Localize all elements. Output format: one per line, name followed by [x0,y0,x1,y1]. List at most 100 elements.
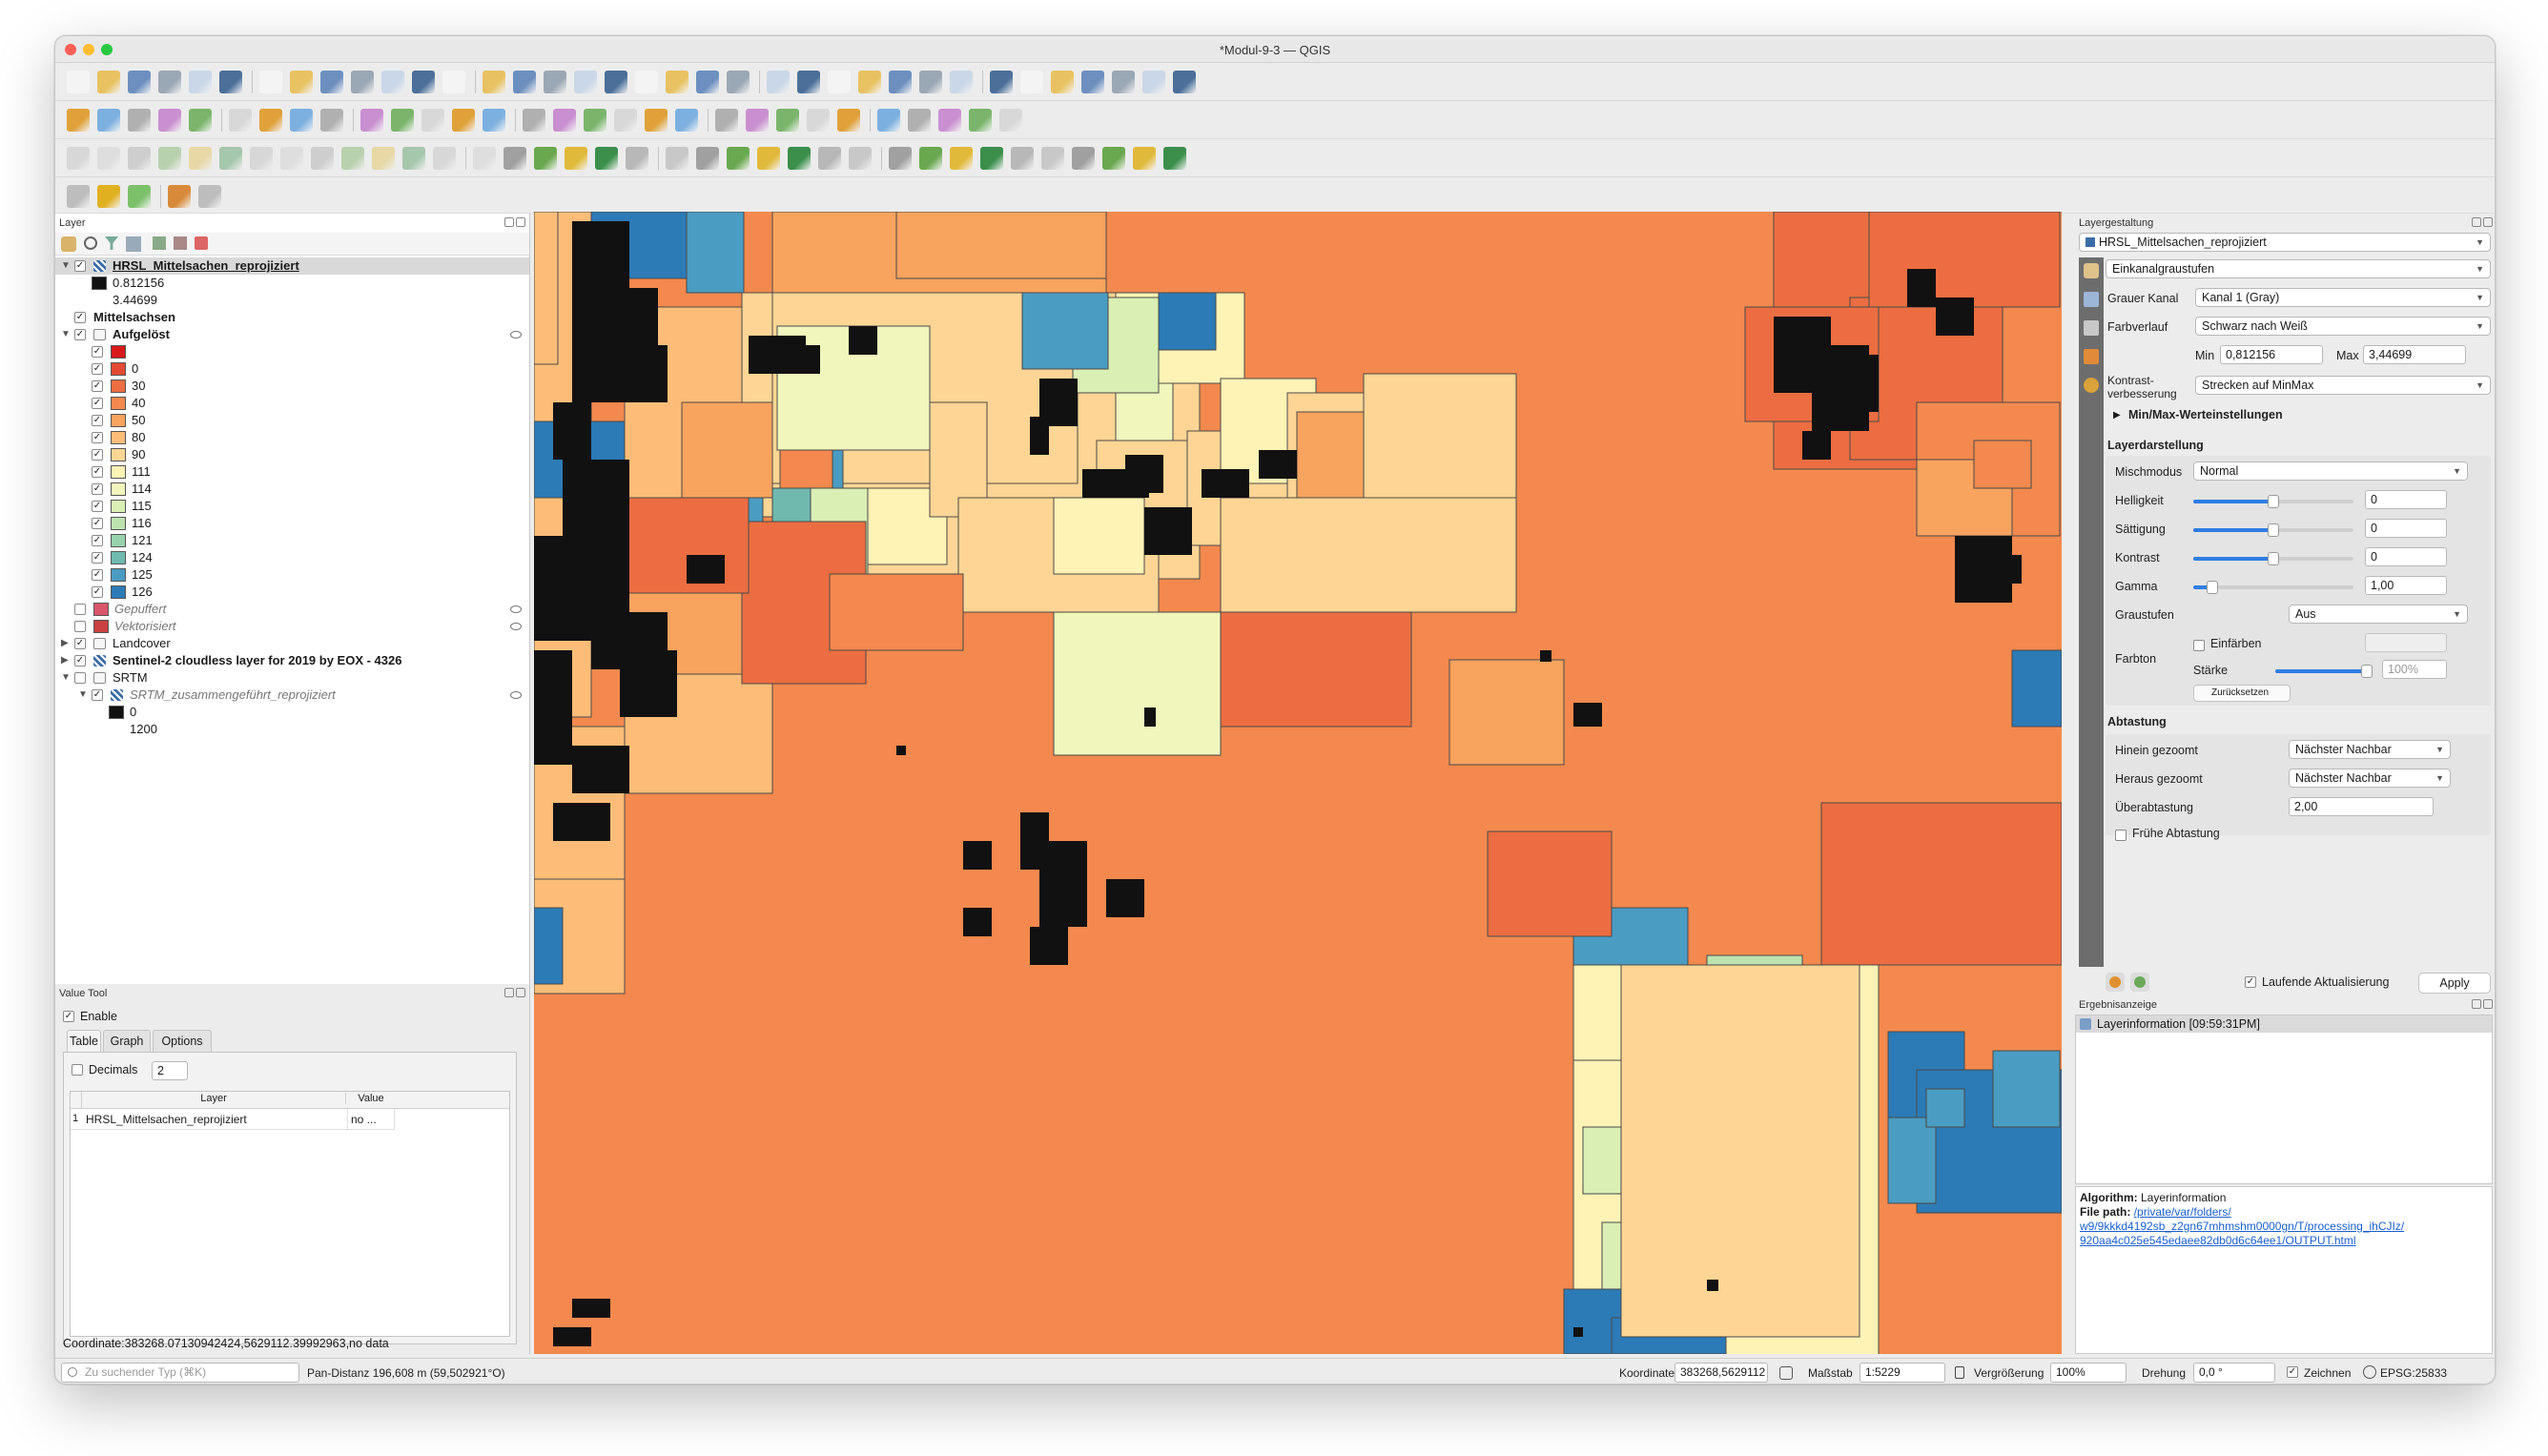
toolbar-button-icon[interactable] [889,147,912,170]
toolbar-button-icon[interactable] [1020,71,1043,93]
toolbar-button-icon[interactable] [341,147,364,170]
embedded-eye-icon[interactable] [510,605,522,613]
layer-tree-item[interactable]: ✓ 125 [55,566,529,584]
max-input[interactable]: 3,44699 [2363,345,2466,364]
layer-tree-item[interactable]: ✓ 90 [55,446,529,463]
toolbar-button-icon[interactable] [1051,71,1074,93]
toolbar-button-icon[interactable] [788,147,811,170]
toolbar-button-icon[interactable] [584,109,606,132]
apply-button[interactable]: Apply [2418,973,2491,994]
layer-tree-item[interactable]: ✓ 111 [55,463,529,481]
toolbar-button-icon[interactable] [837,109,860,132]
layer-tree-item[interactable]: 1200 [55,721,529,738]
toolbar-button-icon[interactable] [1011,147,1034,170]
coordinate-field[interactable]: 383268,5629112 [1675,1363,1768,1383]
toolbar-button-icon[interactable] [797,71,820,93]
layer-tree-item[interactable]: ✓ 116 [55,515,529,532]
layer-visibility-checkbox[interactable]: ✓ [74,638,86,649]
transparency-tab-icon[interactable] [2084,292,2099,307]
layer-tree-item[interactable]: ▼ ✓ HRSL_Mittelsachen_reprojiziert [55,257,529,275]
gamma-input[interactable]: 1,00 [2365,576,2447,595]
toolbar-button-icon[interactable] [229,109,252,132]
float-panel-icon[interactable] [2472,217,2481,227]
close-panel-icon[interactable] [516,217,525,227]
hue-color-button[interactable] [2365,633,2447,652]
toolbar-button-icon[interactable] [1142,71,1165,93]
layer-visibility-checkbox[interactable]: ✓ [92,432,103,443]
brightness-slider[interactable] [2193,495,2353,508]
toolbar-button-icon[interactable] [128,71,151,93]
layer-tree-item[interactable]: ✓ Mittelsachsen [55,309,529,326]
toolbar-button-icon[interactable] [158,71,181,93]
layer-tree-item[interactable]: 3.44699 [55,292,529,309]
layer-visibility-checkbox[interactable]: ✓ [92,346,103,358]
layer-tree-item[interactable]: ✓ 124 [55,549,529,566]
magnifier-field[interactable]: 100% [2050,1363,2127,1383]
toolbar-button-icon[interactable] [168,185,191,208]
toolbar-button-icon[interactable] [715,109,738,132]
toolbar-button-icon[interactable] [189,109,212,132]
locator-search-input[interactable]: Zu suchender Typ (⌘K) [61,1363,299,1383]
toolbar-button-icon[interactable] [473,147,496,170]
layer-visibility-checkbox[interactable] [74,621,86,632]
enable-checkbox[interactable]: ✓ [63,1011,74,1022]
embedded-eye-icon[interactable] [510,623,522,630]
toolbar-button-icon[interactable] [1112,71,1135,93]
expanded-arrow-icon[interactable]: ▼ [61,257,71,275]
toolbar-button-icon[interactable] [605,71,627,93]
expanded-arrow-icon[interactable]: ▼ [78,687,88,704]
toolbar-button-icon[interactable] [259,71,282,93]
layer-tree-item[interactable]: 0 [55,704,529,721]
toggle-extents-icon[interactable] [1779,1366,1793,1380]
filepath-link[interactable]: /private/var/folders/ [2134,1205,2231,1219]
toolbar-button-icon[interactable] [198,185,221,208]
layer-visibility-checkbox[interactable] [74,604,86,615]
contrast-input[interactable]: 0 [2365,547,2447,566]
layer-visibility-checkbox[interactable]: ✓ [92,398,103,409]
layer-visibility-checkbox[interactable]: ✓ [74,655,86,666]
toolbar-button-icon[interactable] [97,109,120,132]
toolbar-button-icon[interactable] [950,147,973,170]
toolbar-button-icon[interactable] [908,109,931,132]
toolbar-button-icon[interactable] [1072,147,1095,170]
map-canvas[interactable] [534,212,2062,1354]
tab-table[interactable]: Table [67,1030,101,1053]
filepath-link-3[interactable]: 920aa4c025e545edaee82db0d6c64ee1/OUTPUT.… [2080,1234,2488,1248]
expand-all-icon[interactable] [153,236,166,250]
toolbar-button-icon[interactable] [433,147,456,170]
toolbar-button-icon[interactable] [565,147,587,170]
strength-input[interactable]: 100% [2382,660,2447,679]
toolbar-button-icon[interactable] [950,71,973,93]
column-header-value[interactable]: Value [347,1093,395,1104]
layer-visibility-checkbox[interactable]: ✓ [92,380,103,392]
toolbar-button-icon[interactable] [767,71,790,93]
float-panel-icon[interactable] [2472,999,2481,1009]
toolbar-button-icon[interactable] [666,71,688,93]
toolbar-button-icon[interactable] [259,109,282,132]
embedded-eye-icon[interactable] [510,331,522,338]
collapse-all-icon[interactable] [174,236,187,250]
layer-visibility-checkbox[interactable]: ✓ [92,569,103,581]
layer-visibility-checkbox[interactable] [74,672,86,684]
toolbar-button-icon[interactable] [776,109,799,132]
toolbar-button-icon[interactable] [402,147,425,170]
crs-button[interactable]: EPSG:25833 [2380,1366,2447,1380]
toolbar-button-icon[interactable] [969,109,992,132]
toolbar-button-icon[interactable] [158,147,181,170]
collapsed-arrow-icon[interactable]: ▶ [61,635,69,652]
layer-tree-item[interactable]: ✓ 50 [55,412,529,429]
toolbar-button-icon[interactable] [595,147,618,170]
blend-select[interactable]: Normal ▼ [2193,461,2468,481]
minmax-settings-toggle[interactable]: Min/Max-Werteinstellungen [2128,408,2283,421]
toolbar-button-icon[interactable] [675,109,698,132]
history-tab-icon[interactable] [2084,378,2099,393]
contrast-slider[interactable] [2193,552,2353,565]
float-panel-icon[interactable] [504,217,514,227]
embedded-eye-icon[interactable] [510,691,522,699]
layer-tree-item[interactable]: ✓ 40 [55,395,529,412]
render-checkbox[interactable]: ✓ [2287,1366,2298,1378]
toolbar-button-icon[interactable] [1102,147,1125,170]
rendering-tab-icon[interactable] [2084,349,2099,364]
toolbar-button-icon[interactable] [320,109,343,132]
collapsed-arrow-icon[interactable]: ▶ [61,652,69,669]
